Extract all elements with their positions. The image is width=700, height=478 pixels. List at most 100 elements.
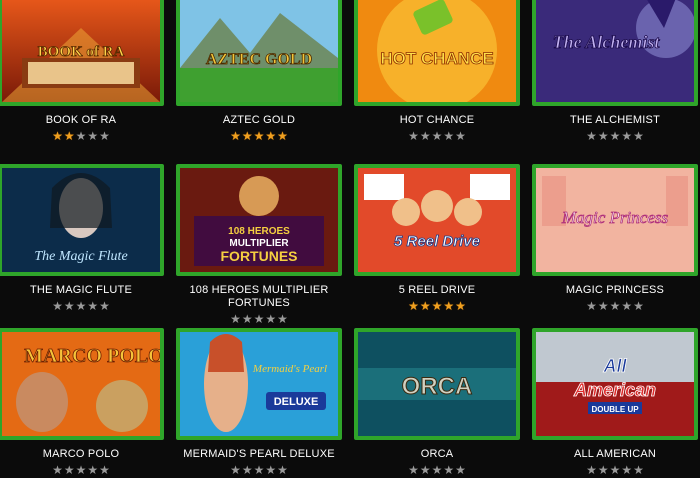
star-empty-icon[interactable]: ★ <box>610 300 621 312</box>
game-thumbnail[interactable]: MARCO POLO <box>0 328 164 440</box>
star-empty-icon[interactable]: ★ <box>621 464 632 476</box>
star-empty-icon[interactable]: ★ <box>254 464 265 476</box>
star-empty-icon[interactable]: ★ <box>87 300 98 312</box>
star-filled-icon[interactable]: ★ <box>242 130 253 142</box>
game-card-5-reel-drive[interactable]: 5 Reel Drive 5 REEL DRIVE ★ ★ ★ ★ ★ <box>354 164 520 328</box>
star-empty-icon[interactable]: ★ <box>598 464 609 476</box>
game-title[interactable]: 5 REEL DRIVE <box>354 284 520 297</box>
star-rating: ★ ★ ★ ★ ★ <box>408 300 466 312</box>
star-filled-icon[interactable]: ★ <box>408 300 419 312</box>
star-empty-icon[interactable]: ★ <box>76 130 87 142</box>
star-empty-icon[interactable]: ★ <box>586 464 597 476</box>
star-empty-icon[interactable]: ★ <box>230 313 241 325</box>
star-filled-icon[interactable]: ★ <box>455 300 466 312</box>
game-title[interactable]: BOOK OF RA <box>0 114 164 127</box>
star-empty-icon[interactable]: ★ <box>52 300 63 312</box>
star-empty-icon[interactable]: ★ <box>99 464 110 476</box>
game-thumbnail[interactable]: All American DOUBLE UP <box>532 328 698 440</box>
game-card-magic-princess[interactable]: Magic Princess MAGIC PRINCESS ★ ★ ★ ★ ★ <box>532 164 698 328</box>
star-empty-icon[interactable]: ★ <box>64 300 75 312</box>
star-empty-icon[interactable]: ★ <box>87 130 98 142</box>
star-empty-icon[interactable]: ★ <box>242 313 253 325</box>
star-empty-icon[interactable]: ★ <box>621 300 632 312</box>
game-thumbnail[interactable]: The Magic Flute <box>0 164 164 276</box>
game-card-the-magic-flute[interactable]: The Magic Flute THE MAGIC FLUTE ★ ★ ★ ★ ★ <box>0 164 164 328</box>
game-card-mermaids-pearl-deluxe[interactable]: DELUXE Mermaid's Pearl MERMAID'S PEARL D… <box>176 328 342 478</box>
game-title[interactable]: MAGIC PRINCESS <box>532 284 698 297</box>
star-filled-icon[interactable]: ★ <box>432 300 443 312</box>
star-empty-icon[interactable]: ★ <box>277 464 288 476</box>
star-rating: ★ ★ ★ ★ ★ <box>408 130 466 142</box>
star-filled-icon[interactable]: ★ <box>254 130 265 142</box>
star-empty-icon[interactable]: ★ <box>254 313 265 325</box>
star-empty-icon[interactable]: ★ <box>455 464 466 476</box>
star-empty-icon[interactable]: ★ <box>420 464 431 476</box>
star-empty-icon[interactable]: ★ <box>52 464 63 476</box>
star-empty-icon[interactable]: ★ <box>408 464 419 476</box>
game-card-book-of-ra[interactable]: BOOK of RA BOOK OF RA ★ ★ ★ ★ ★ <box>0 0 164 164</box>
game-title[interactable]: AZTEC GOLD <box>176 114 342 127</box>
game-thumbnail[interactable]: Magic Princess <box>532 164 698 276</box>
games-grid: BOOK of RA BOOK OF RA ★ ★ ★ ★ ★ AZTEC GOLD A… <box>0 0 698 478</box>
star-empty-icon[interactable]: ★ <box>621 130 632 142</box>
star-empty-icon[interactable]: ★ <box>265 464 276 476</box>
star-empty-icon[interactable]: ★ <box>87 464 98 476</box>
star-empty-icon[interactable]: ★ <box>76 300 87 312</box>
star-filled-icon[interactable]: ★ <box>277 130 288 142</box>
game-title[interactable]: THE MAGIC FLUTE <box>0 284 164 297</box>
star-empty-icon[interactable]: ★ <box>432 464 443 476</box>
game-thumbnail[interactable]: ORCA <box>354 328 520 440</box>
game-title[interactable]: ORCA <box>354 448 520 461</box>
star-empty-icon[interactable]: ★ <box>99 130 110 142</box>
game-title[interactable]: MARCO POLO <box>0 448 164 461</box>
star-empty-icon[interactable]: ★ <box>586 300 597 312</box>
star-empty-icon[interactable]: ★ <box>633 464 644 476</box>
svg-text:DELUXE: DELUXE <box>274 396 319 408</box>
star-filled-icon[interactable]: ★ <box>52 130 63 142</box>
star-empty-icon[interactable]: ★ <box>633 300 644 312</box>
game-thumbnail[interactable]: AZTEC GOLD <box>176 0 342 106</box>
star-empty-icon[interactable]: ★ <box>443 464 454 476</box>
star-empty-icon[interactable]: ★ <box>610 130 621 142</box>
star-empty-icon[interactable]: ★ <box>99 300 110 312</box>
game-card-all-american[interactable]: All American DOUBLE UP ALL AMERICAN ★ ★ ★ ★… <box>532 328 698 478</box>
star-empty-icon[interactable]: ★ <box>598 300 609 312</box>
star-empty-icon[interactable]: ★ <box>455 130 466 142</box>
game-thumbnail[interactable]: HOT CHANCE <box>354 0 520 106</box>
star-empty-icon[interactable]: ★ <box>277 313 288 325</box>
star-empty-icon[interactable]: ★ <box>586 130 597 142</box>
game-thumbnail[interactable]: BOOK of RA <box>0 0 164 106</box>
game-card-aztec-gold[interactable]: AZTEC GOLD AZTEC GOLD ★ ★ ★ ★ ★ <box>176 0 342 164</box>
game-card-the-alchemist[interactable]: The Alchemist THE ALCHEMIST ★ ★ ★ ★ ★ <box>532 0 698 164</box>
star-empty-icon[interactable]: ★ <box>76 464 87 476</box>
star-empty-icon[interactable]: ★ <box>610 464 621 476</box>
game-title[interactable]: ALL AMERICAN <box>532 448 698 461</box>
game-title[interactable]: MERMAID'S PEARL DELUXE <box>176 448 342 461</box>
star-empty-icon[interactable]: ★ <box>242 464 253 476</box>
game-title[interactable]: HOT CHANCE <box>354 114 520 127</box>
star-empty-icon[interactable]: ★ <box>64 464 75 476</box>
game-thumbnail[interactable]: 5 Reel Drive <box>354 164 520 276</box>
game-thumbnail[interactable]: The Alchemist <box>532 0 698 106</box>
star-empty-icon[interactable]: ★ <box>598 130 609 142</box>
star-filled-icon[interactable]: ★ <box>230 130 241 142</box>
game-title[interactable]: 108 HEROES MULTIPLIER FORTUNES <box>176 284 342 310</box>
star-filled-icon[interactable]: ★ <box>265 130 276 142</box>
star-empty-icon[interactable]: ★ <box>432 130 443 142</box>
game-card-hot-chance[interactable]: HOT CHANCE HOT CHANCE ★ ★ ★ ★ ★ <box>354 0 520 164</box>
game-card-108-heroes[interactable]: 108 HEROES MULTIPLIER FORTUNES 108 HEROE… <box>176 164 342 328</box>
game-title[interactable]: THE ALCHEMIST <box>532 114 698 127</box>
game-thumbnail[interactable]: DELUXE Mermaid's Pearl <box>176 328 342 440</box>
game-card-marco-polo[interactable]: MARCO POLO MARCO POLO ★ ★ ★ ★ ★ <box>0 328 164 478</box>
star-empty-icon[interactable]: ★ <box>633 130 644 142</box>
game-thumbnail[interactable]: 108 HEROES MULTIPLIER FORTUNES <box>176 164 342 276</box>
star-empty-icon[interactable]: ★ <box>408 130 419 142</box>
star-filled-icon[interactable]: ★ <box>420 300 431 312</box>
game-card-orca[interactable]: ORCA ORCA ★ ★ ★ ★ ★ <box>354 328 520 478</box>
star-filled-icon[interactable]: ★ <box>64 130 75 142</box>
star-filled-icon[interactable]: ★ <box>443 300 454 312</box>
star-empty-icon[interactable]: ★ <box>265 313 276 325</box>
star-empty-icon[interactable]: ★ <box>420 130 431 142</box>
star-empty-icon[interactable]: ★ <box>443 130 454 142</box>
star-empty-icon[interactable]: ★ <box>230 464 241 476</box>
